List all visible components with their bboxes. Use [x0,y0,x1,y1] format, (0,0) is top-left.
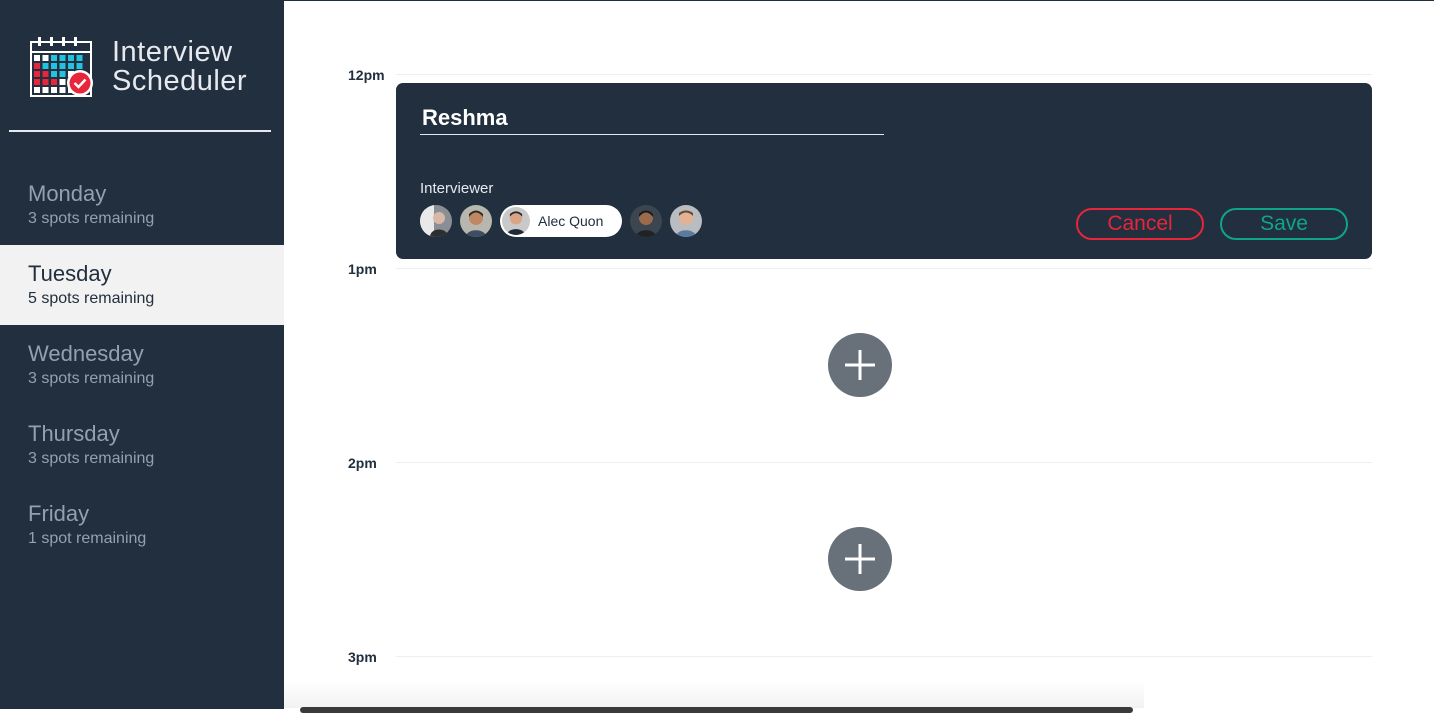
slot-divider [396,74,1372,75]
day-name: Friday [28,501,90,526]
day-spots: 3 spots remaining [28,210,155,227]
day-name: Thursday [28,421,120,446]
interviewer-avatar[interactable] [670,205,702,237]
interviewer-name: Alec Quon [538,213,604,229]
calendar-check-icon [29,36,97,100]
day-name: Monday [28,181,107,206]
slot-time-1pm: 1pm [348,261,377,277]
app-title: Interview Scheduler [112,38,247,96]
day-tuesday[interactable]: Tuesday 5 spots remaining [0,245,284,325]
app-title-line2: Scheduler [112,65,248,97]
day-spots: 5 spots remaining [28,290,155,307]
plus-icon [845,544,875,574]
day-wednesday[interactable]: Wednesday 3 spots remaining [0,325,284,405]
day-spots: 3 spots remaining [28,370,155,387]
interviewer-avatar[interactable] [630,205,662,237]
sidebar: Interview Scheduler Monday 3 spots remai… [0,0,284,709]
slot-divider [396,656,1372,657]
day-spots: 3 spots remaining [28,450,155,467]
slot-time-3pm: 3pm [348,649,377,665]
interviewer-avatar[interactable] [460,205,492,237]
interviewer-avatar[interactable] [420,205,452,237]
slot-divider [396,462,1372,463]
horizontal-scrollbar[interactable] [300,707,1133,713]
sidebar-divider [9,130,271,132]
slot-time-2pm: 2pm [348,455,377,471]
cancel-button[interactable]: Cancel [1076,208,1204,240]
save-button[interactable]: Save [1220,208,1348,240]
app-title-line1: Interview [112,36,233,68]
plus-icon [845,350,875,380]
day-spots: 1 spot remaining [28,530,147,547]
day-thursday[interactable]: Thursday 3 spots remaining [0,405,284,485]
add-appointment-button[interactable] [828,527,892,591]
add-appointment-button[interactable] [828,333,892,397]
day-name: Tuesday [28,261,112,286]
student-name-input[interactable] [420,101,884,135]
appointment-form: Interviewer Alec Quon Cancel Save [396,83,1372,259]
interviewer-label: Interviewer [420,180,494,197]
interviewer-selected-chip[interactable]: Alec Quon [500,205,622,237]
day-monday[interactable]: Monday 3 spots remaining [0,165,284,245]
bottom-fade [284,680,1144,708]
slot-time-12pm: 12pm [348,67,385,83]
interviewer-avatar [502,207,530,235]
day-name: Wednesday [28,341,144,366]
slot-divider [396,268,1372,269]
day-friday[interactable]: Friday 1 spot remaining [0,485,284,565]
